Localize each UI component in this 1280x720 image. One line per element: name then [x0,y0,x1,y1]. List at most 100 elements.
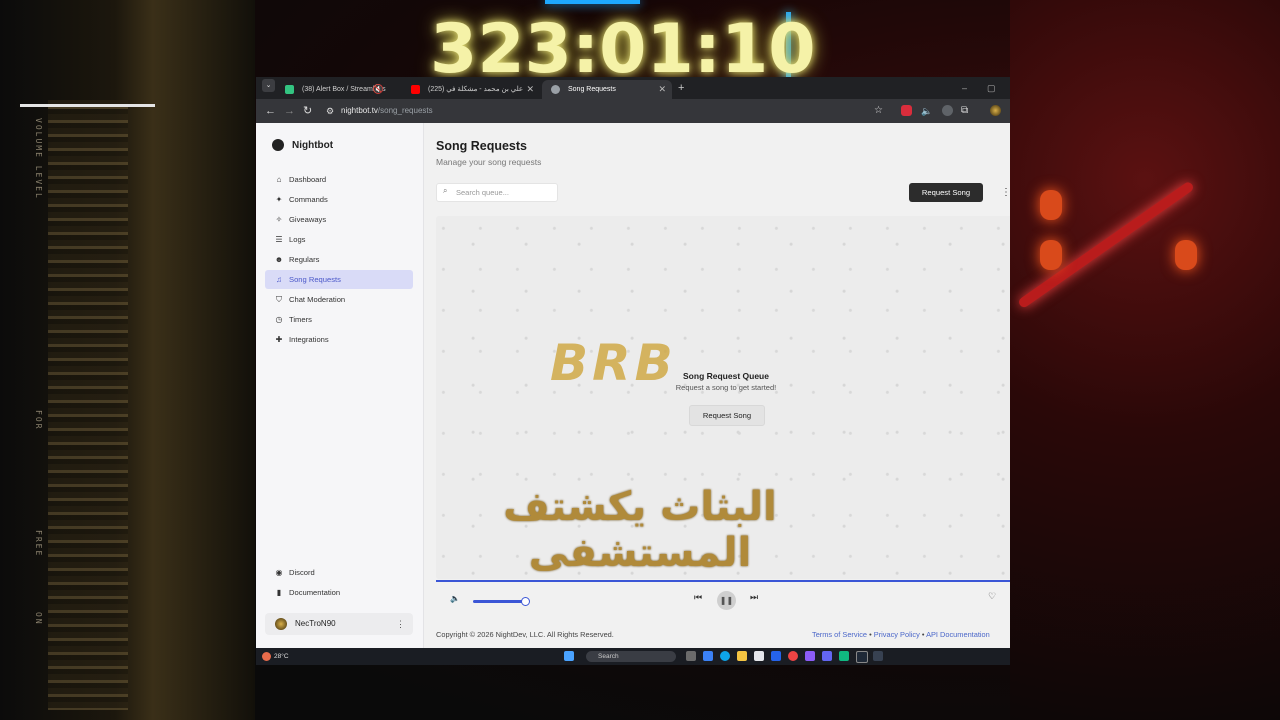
puzzle-icon: ✚ [275,335,283,344]
app-icon[interactable] [805,651,815,661]
windows-start-icon[interactable] [564,651,574,661]
sidebar-item-integrations[interactable]: ✚ Integrations [265,330,413,349]
store-icon[interactable] [754,651,764,661]
footer-links: Terms of Service • Privacy Policy • API … [812,630,990,639]
empty-request-song-button[interactable]: Request Song [689,405,765,426]
volume-slider[interactable] [473,600,525,603]
search-input[interactable]: ⌕ Search queue... [436,183,558,202]
maximize-icon[interactable]: ▢ [987,80,996,96]
copilot-icon[interactable] [703,651,713,661]
book-icon: ▮ [276,588,282,597]
headphones-icon: ♫ [276,275,282,284]
search-icon: ⌕ [443,186,448,195]
volume-meter-strip [48,100,128,710]
close-icon[interactable]: ✕ [526,80,534,99]
tab-search-chevron-icon[interactable]: ⌄ [262,79,275,92]
address-bar[interactable]: nightbot.tv/song_requests [341,103,433,119]
next-track-icon[interactable]: ⏭ [750,592,758,603]
request-song-button[interactable]: Request Song [909,183,983,202]
sidebar-item-commands[interactable]: ✦ Commands [265,190,413,209]
weather-widget[interactable]: 28°C [262,648,289,665]
sidebar-item-discord[interactable]: ◉ Discord [265,563,413,582]
page-subtitle: Manage your song requests [436,157,542,167]
brand[interactable]: Nightbot [272,139,333,151]
privacy-link[interactable]: Privacy Policy [874,630,920,639]
obs-icon[interactable] [856,651,868,663]
sidebar-item-giveaways[interactable]: ✧ Giveaways [265,210,413,229]
orange-lamp [1040,240,1062,270]
copyright-text: Copyright © 2026 NightDev, LLC. All Righ… [436,630,614,639]
terms-link[interactable]: Terms of Service [812,630,867,639]
browser-tab-bar: ⌄ (38) Alert Box / Streamlabs 🔇 (225) عل… [256,77,1010,99]
forward-icon[interactable]: → [284,103,295,119]
gift-icon: ✧ [275,215,283,224]
sidebar-item-dashboard[interactable]: ⌂ Dashboard [265,170,413,189]
sidebar-item-regulars[interactable]: ☻ Regulars [265,250,413,269]
empty-queue-title: Song Request Queue [683,371,769,381]
outlook-icon[interactable] [771,651,781,661]
user-menu[interactable]: NecTroN90 ⋮ [265,613,413,635]
adblock-extension-icon[interactable] [901,105,912,116]
app-icon[interactable] [873,651,883,661]
more-options-icon[interactable]: ⋮ [1001,183,1010,202]
nightbot-logo-icon [272,139,284,151]
chrome-icon[interactable] [788,651,798,661]
browser-nav-bar: ← → ↻ ⚙ nightbot.tv/song_requests ☆ 🔈 ⧉ [256,99,1010,123]
mute-icon[interactable]: 🔇 [373,80,384,99]
back-icon[interactable]: ← [265,103,276,119]
edge-icon[interactable] [720,651,730,661]
sidebar-item-chat-moderation[interactable]: ⛉ Chat Moderation [265,290,413,309]
taskbar-search[interactable]: Search [586,651,676,662]
task-view-icon[interactable] [686,651,696,661]
youtube-favicon-icon [411,85,420,94]
tab-song-requests[interactable]: Song Requests ✕ [542,80,672,99]
tab-alert-box[interactable]: (38) Alert Box / Streamlabs 🔇 [276,80,398,99]
volume-slider-handle[interactable] [521,597,530,606]
list-icon: ☰ [275,235,283,244]
avatar [275,618,287,630]
overlay-divider [20,104,155,107]
empty-queue-subtitle: Request a song to get started! [675,383,777,392]
user-name: NecTroN90 [295,619,336,628]
stream-caption: البثاث يكشتف المستشفى [503,484,777,576]
users-icon: ☻ [274,255,284,264]
file-explorer-icon[interactable] [737,651,747,661]
side-label-free: FREE [34,530,43,558]
sidebar-item-song-requests[interactable]: ♫ Song Requests [265,270,413,289]
wand-icon: ✦ [275,195,283,204]
heart-icon[interactable]: ♡ [988,591,996,602]
pause-button[interactable]: ❚❚ [717,591,736,610]
orange-lamp [1040,190,1062,220]
home-icon: ⌂ [276,175,282,184]
footer-separator: • [921,630,925,639]
api-docs-link[interactable]: API Documentation [926,630,990,639]
player-progress-bar[interactable] [436,580,1010,582]
previous-track-icon[interactable]: ⏮ [694,592,702,603]
close-icon[interactable]: ✕ [658,80,666,99]
tab-youtube[interactable]: (225) علي بن محمد - مشكلة في ✕ [402,80,540,99]
reload-icon[interactable]: ↻ [303,103,312,119]
site-info-icon[interactable]: ⚙ [326,103,334,119]
side-label-for: FOR [34,410,43,431]
more-vertical-icon[interactable]: ⋮ [396,613,405,635]
profile-avatar[interactable] [990,105,1001,116]
extension-icon[interactable] [942,105,953,116]
discord-taskbar-icon[interactable] [822,651,832,661]
sidebar-item-timers[interactable]: ◷ Timers [265,310,413,329]
minimize-icon[interactable]: – [962,80,967,96]
new-tab-button[interactable]: + [678,80,684,96]
side-label-on: ON [34,612,43,626]
sidebar: Nightbot ⌂ Dashboard ✦ Commands ✧ Giveaw… [256,123,424,648]
discord-icon: ◉ [275,568,283,577]
sidebar-item-logs[interactable]: ☰ Logs [265,230,413,249]
app-icon[interactable] [839,651,849,661]
orange-lamp [1175,240,1197,270]
windows-taskbar: 28°C Search [256,648,1010,665]
volume-icon[interactable]: 🔈 [450,594,460,603]
extensions-puzzle-icon[interactable]: ⧉ [961,103,968,119]
sidebar-item-documentation[interactable]: ▮ Documentation [265,583,413,602]
audio-extension-icon[interactable]: 🔈 [921,103,932,119]
nightbot-favicon-icon [551,85,560,94]
bookmark-star-icon[interactable]: ☆ [874,103,883,119]
clock-icon: ◷ [275,315,283,324]
